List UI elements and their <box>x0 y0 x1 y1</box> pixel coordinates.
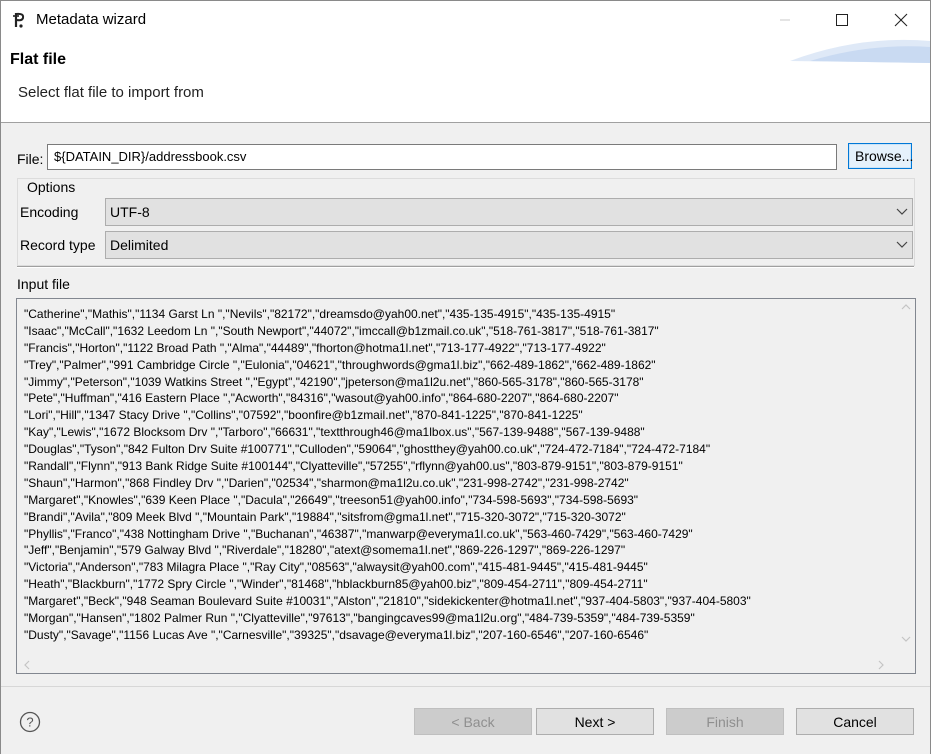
preview-line: "Dusty","Savage","1156 Lucas Ave ","Carn… <box>24 627 649 642</box>
preview-line: "Lori","Hill","1347 Stacy Drive ","Colli… <box>24 408 583 423</box>
maximize-button[interactable] <box>813 1 871 39</box>
wizard-footer: ? < Back Next > Finish Cancel <box>1 686 930 754</box>
record-type-value: Delimited <box>110 237 169 253</box>
wizard-header: Flat file Select flat file to import fro… <box>1 39 930 123</box>
wizard-content: File: ${DATAIN_DIR}/addressbook.csv Brow… <box>1 123 930 686</box>
preview-line: "Trey","Palmer","991 Cambridge Circle ",… <box>24 357 656 372</box>
maximize-icon <box>836 14 848 26</box>
preview-line: "Kay","Lewis","1672 Blocksom Drv ","Tarb… <box>24 425 645 440</box>
preview-line: "Brandi","Avila","809 Meek Blvd ","Mount… <box>24 509 626 524</box>
preview-line: "Jeff","Benjamin","579 Galway Blvd ","Ri… <box>24 543 626 558</box>
scroll-left-icon[interactable] <box>23 660 31 670</box>
browse-button[interactable]: Browse... <box>848 143 913 169</box>
app-logo-icon <box>13 12 25 28</box>
preview-line: "Phyllis","Franco","438 Nottingham Drive… <box>24 526 693 541</box>
close-button[interactable] <box>871 1 929 39</box>
preview-lines: "Catherine","Mathis","1134 Garst Ln ","N… <box>24 306 884 644</box>
preview-line: "Victoria","Anderson","783 Milagra Place… <box>24 560 648 575</box>
preview-line: "Margaret","Knowles","639 Keen Place ","… <box>24 492 639 507</box>
finish-button[interactable]: Finish <box>666 708 784 735</box>
preview-line: "Catherine","Mathis","1134 Garst Ln ","N… <box>24 307 616 321</box>
input-file-label: Input file <box>17 276 70 292</box>
file-label: File: <box>17 151 44 167</box>
scroll-right-icon[interactable] <box>877 660 885 670</box>
input-file-preview[interactable]: "Catherine","Mathis","1134 Garst Ln ","N… <box>16 298 916 674</box>
help-icon[interactable]: ? <box>19 711 41 733</box>
file-path-input[interactable]: ${DATAIN_DIR}/addressbook.csv <box>47 144 837 170</box>
preview-line: "Randall","Flynn","913 Bank Ridge Suite … <box>24 459 683 474</box>
banner-graphic <box>790 39 930 63</box>
chevron-down-icon <box>896 241 908 248</box>
vertical-scrollbar[interactable] <box>897 299 915 655</box>
record-type-select[interactable]: Delimited <box>105 231 913 259</box>
minimize-button[interactable] <box>756 1 814 39</box>
preview-line: "Jimmy","Peterson","1039 Watkins Street … <box>24 374 644 389</box>
scroll-up-icon[interactable] <box>901 303 911 311</box>
section-separator <box>17 266 914 268</box>
preview-line: "Douglas","Tyson","842 Fulton Drv Suite … <box>24 442 711 457</box>
horizontal-scrollbar[interactable] <box>17 655 897 673</box>
page-title: Flat file <box>10 51 67 68</box>
encoding-label: Encoding <box>20 204 79 220</box>
window-title: Metadata wizard <box>36 11 147 28</box>
preview-line: "Shaun","Harmon","868 Findley Drv ","Dar… <box>24 475 629 490</box>
encoding-select[interactable]: UTF-8 <box>105 198 913 226</box>
chevron-down-icon <box>896 208 908 215</box>
preview-line: "Margaret","Beck","948 Seaman Boulevard … <box>24 594 751 609</box>
record-type-label: Record type <box>20 237 96 253</box>
minimize-icon <box>780 19 790 21</box>
options-group-title: Options <box>25 179 78 195</box>
preview-line: "Pete","Huffman","416 Eastern Place ","A… <box>24 391 619 406</box>
title-bar[interactable]: Metadata wizard <box>1 1 930 39</box>
back-button[interactable]: < Back <box>414 708 532 735</box>
next-button[interactable]: Next > <box>536 708 654 735</box>
preview-line: "Isaac","McCall","1632 Leedom Ln ","Sout… <box>24 323 659 338</box>
preview-line: "Heath","Blackburn","1772 Spry Circle ",… <box>24 577 648 592</box>
preview-line: "Morgan","Hansen","1802 Palmer Run ","Cl… <box>24 611 695 626</box>
svg-text:?: ? <box>26 715 33 730</box>
page-description: Select flat file to import from <box>18 84 204 101</box>
cancel-button[interactable]: Cancel <box>796 708 914 735</box>
preview-line: "Francis","Horton","1122 Broad Path ","A… <box>24 340 606 355</box>
encoding-value: UTF-8 <box>110 204 150 220</box>
metadata-wizard-window: Metadata wizard Flat file Select flat fi… <box>0 0 931 754</box>
scroll-down-icon[interactable] <box>901 635 911 643</box>
close-icon <box>894 13 908 27</box>
